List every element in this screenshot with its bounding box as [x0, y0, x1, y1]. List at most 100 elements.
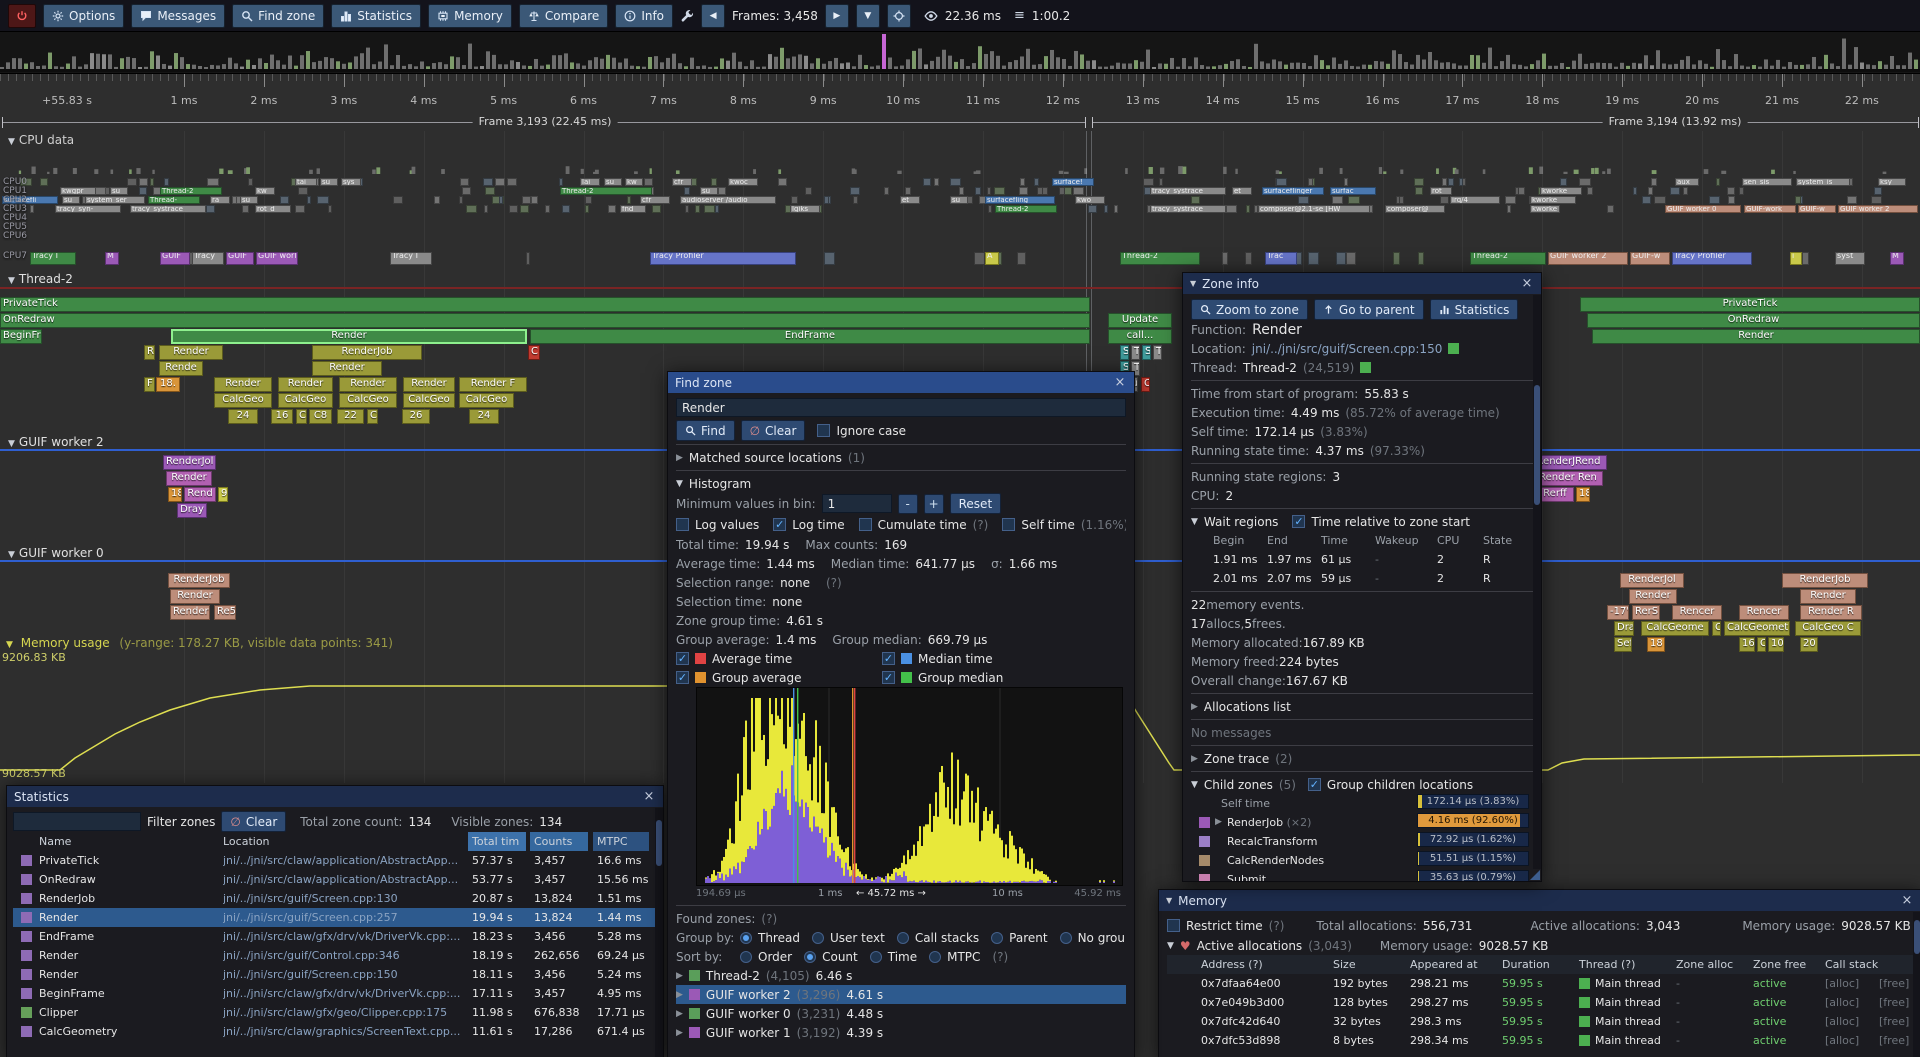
- callstack-alloc-link[interactable]: [alloc]: [1825, 974, 1859, 993]
- cpu-zone[interactable]: kw: [625, 178, 643, 186]
- zone[interactable]: RenderJob: [312, 345, 422, 360]
- cpu-zone[interactable]: [1073, 187, 1084, 195]
- frame-label[interactable]: Frame 3,193 (22.45 ms): [473, 115, 618, 128]
- cpu-zone[interactable]: [232, 196, 236, 204]
- cpu-zone[interactable]: A: [985, 252, 999, 265]
- next-frame-button[interactable]: ▶: [825, 4, 849, 28]
- thread-header[interactable]: ▼GUIF worker 0: [8, 546, 104, 560]
- cpu-zone[interactable]: [644, 178, 653, 186]
- cpu-zone[interactable]: [1739, 187, 1744, 195]
- cpu-zone[interactable]: [1298, 196, 1310, 204]
- cpu-zone[interactable]: [531, 196, 538, 204]
- zone[interactable]: S: [1120, 345, 1129, 360]
- group-by-no-grouping[interactable]: [1060, 932, 1072, 944]
- cpu-zone[interactable]: [1346, 252, 1356, 265]
- table-row[interactable]: BeginFramejni/../jni/src/claw/gfx/drv/vk…: [13, 984, 657, 1003]
- cpu-zone[interactable]: su: [950, 196, 968, 204]
- cpu-zone[interactable]: et: [900, 196, 920, 204]
- cpu-zone[interactable]: [805, 187, 812, 195]
- cpu-zone[interactable]: [711, 178, 716, 186]
- zone[interactable]: CalcGeome: [1641, 621, 1709, 636]
- cpu-zone[interactable]: sen_sis: [1742, 178, 1792, 186]
- cpu-zone[interactable]: rot: [1430, 187, 1452, 195]
- cpu-zone[interactable]: [242, 205, 249, 213]
- group-by-parent[interactable]: [991, 932, 1003, 944]
- zone[interactable]: Render: [1592, 329, 1920, 344]
- cpu-zone[interactable]: [317, 196, 329, 204]
- cpu-zone[interactable]: surfac: [1330, 187, 1376, 195]
- zone[interactable]: C: [528, 345, 540, 360]
- zone[interactable]: RerS: [1632, 605, 1660, 620]
- statistics-scrollbar[interactable]: [655, 808, 663, 1057]
- zone[interactable]: Render Ren: [1533, 471, 1603, 486]
- cpu-zone[interactable]: fnd: [620, 205, 646, 213]
- cpu-zone[interactable]: GUIF: [226, 252, 254, 265]
- child-zone-row[interactable]: Submit35.63 μs (0.79%): [1191, 870, 1533, 882]
- cpu-zone[interactable]: [1415, 187, 1423, 195]
- cpu-zone[interactable]: kworke: [1530, 196, 1576, 204]
- cpu-zone[interactable]: [608, 205, 616, 213]
- cpu-zone[interactable]: [1034, 178, 1039, 186]
- restrict-time-checkbox[interactable]: [1167, 919, 1180, 932]
- zone[interactable]: CalcGeo: [403, 393, 455, 408]
- column-header[interactable]: Appeared at: [1410, 955, 1478, 974]
- statistics-titlebar[interactable]: Statistics ×: [7, 786, 663, 807]
- cpu-zone[interactable]: [1802, 252, 1809, 265]
- cpu-zone[interactable]: [466, 205, 477, 213]
- zone[interactable]: RenderJol: [163, 455, 216, 470]
- zone-info-scrollbar[interactable]: [1533, 295, 1541, 869]
- zone[interactable]: 16: [271, 409, 293, 424]
- cpu-zone[interactable]: GUIF worl: [256, 252, 298, 265]
- cpu-zone[interactable]: syst: [1835, 252, 1865, 265]
- cpu-zone[interactable]: Thread-: [148, 196, 200, 204]
- cpu-zone[interactable]: [559, 178, 563, 186]
- zone[interactable]: RenderJol: [1620, 573, 1684, 588]
- child-zones-toggle[interactable]: ▼Child zones(5) Group children locations: [1191, 775, 1533, 794]
- zone[interactable]: 24: [228, 409, 258, 424]
- cpu-zone[interactable]: [1633, 187, 1637, 195]
- cpu-zone[interactable]: rot_d: [255, 205, 291, 213]
- memory-titlebar[interactable]: ▼ Memory ×: [1159, 890, 1920, 911]
- cpu-zone[interactable]: Tracy Profiler: [650, 252, 796, 265]
- cpu-zone[interactable]: [328, 205, 332, 213]
- zone[interactable]: Render: [403, 377, 455, 392]
- cpu-zone[interactable]: Tracy Profiler: [1672, 252, 1752, 265]
- close-icon[interactable]: ×: [1900, 893, 1914, 908]
- callstack-free-link[interactable]: [free]: [1879, 1012, 1909, 1031]
- thread-header[interactable]: ▼Thread-2: [8, 272, 73, 286]
- cpu-zone[interactable]: [1651, 178, 1657, 186]
- callstack-free-link[interactable]: [free]: [1879, 974, 1909, 993]
- close-icon[interactable]: ×: [1113, 375, 1127, 390]
- cpu-zone[interactable]: [507, 178, 517, 186]
- cpu-zone[interactable]: [778, 178, 787, 186]
- time-ruler[interactable]: +55.83 s1 ms2 ms3 ms4 ms5 ms6 ms7 ms8 ms…: [0, 74, 1920, 115]
- cpu-zone[interactable]: [1143, 178, 1153, 186]
- cpu-zone[interactable]: [1507, 205, 1511, 213]
- legend-checkbox[interactable]: [676, 652, 689, 665]
- cpu-zone[interactable]: tracy_systrace: [130, 205, 206, 213]
- cpu-zone[interactable]: [1246, 205, 1250, 213]
- zone[interactable]: 18: [168, 487, 182, 502]
- reset-button[interactable]: Reset: [950, 493, 1002, 514]
- cpu-zone[interactable]: [1505, 196, 1515, 204]
- zone[interactable]: 22: [337, 409, 364, 424]
- zone[interactable]: F: [144, 377, 155, 392]
- cpu-zone[interactable]: [30, 205, 34, 213]
- cpu-zone[interactable]: [1727, 187, 1735, 195]
- zone[interactable]: C: [1712, 621, 1721, 636]
- cpu-zone[interactable]: [1308, 252, 1320, 265]
- zone[interactable]: Render: [339, 377, 397, 392]
- zone[interactable]: 18: [1576, 487, 1590, 502]
- wait-row[interactable]: 1.91 ms1.97 ms61 μs-2R: [1191, 550, 1533, 569]
- cpu-zone[interactable]: [462, 187, 471, 195]
- cpu-zone[interactable]: Thread-2: [560, 187, 652, 195]
- cpu-zone[interactable]: [1440, 196, 1449, 204]
- zone[interactable]: Render: [159, 345, 223, 360]
- cpu-zone[interactable]: [1579, 178, 1591, 186]
- cpu-zone[interactable]: [1191, 196, 1201, 204]
- cpu-zone[interactable]: kworke: [1540, 187, 1582, 195]
- cpu-zone[interactable]: [127, 178, 137, 186]
- cpu-zone[interactable]: [1459, 178, 1463, 186]
- cpu-zone[interactable]: [923, 178, 931, 186]
- zone[interactable]: OnRedraw: [0, 313, 1090, 328]
